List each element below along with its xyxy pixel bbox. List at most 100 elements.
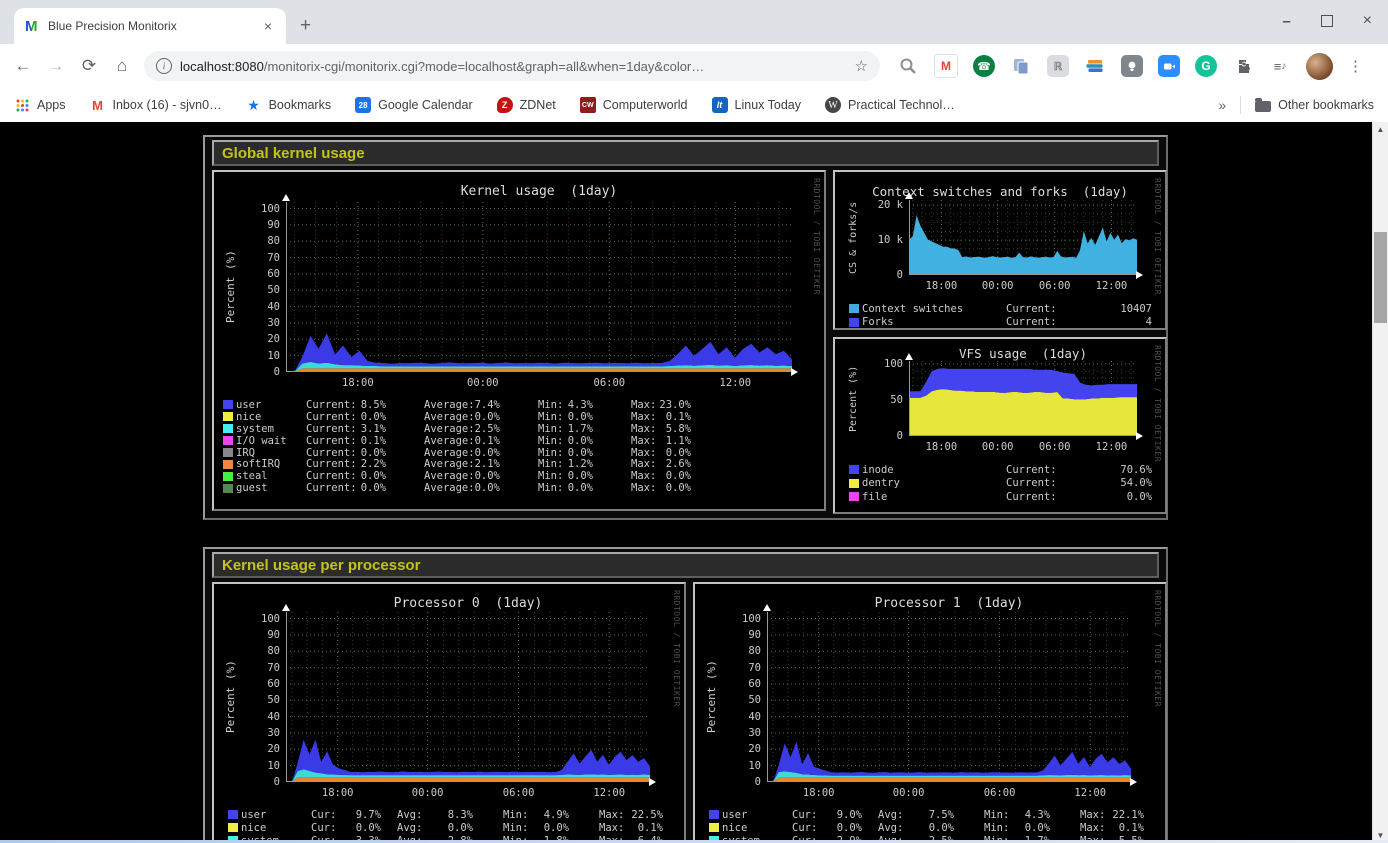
legend-stat: Max:0.0% xyxy=(631,447,691,459)
legend-stat: Current:0.0% xyxy=(306,447,386,459)
chart-title: Kernel usage (1day) xyxy=(286,184,792,199)
legend-swatch xyxy=(223,472,233,481)
bookmark-linux-today[interactable]: lt Linux Today xyxy=(712,97,802,113)
gmail-extension-icon[interactable]: M xyxy=(934,54,958,78)
y-axis-arrow-icon xyxy=(282,194,290,201)
puzzle-extensions-icon[interactable] xyxy=(1232,55,1254,77)
legend-swatch xyxy=(223,448,233,457)
vertical-scrollbar[interactable]: ▲ ▼ xyxy=(1372,122,1388,843)
window-close-button[interactable]: × xyxy=(1363,12,1372,30)
x-axis-tick: 12:00 xyxy=(1087,441,1135,453)
y-axis-tick: 60 xyxy=(238,268,280,280)
legend-stat-value: 8.5% xyxy=(361,399,386,411)
bookmark-zdnet[interactable]: Z ZDNet xyxy=(497,97,556,113)
other-bookmarks[interactable]: Other bookmarks xyxy=(1255,98,1374,112)
legend-stat-value: 2.2% xyxy=(361,458,386,470)
legend-stat: Current:2.2% xyxy=(306,458,386,470)
scrollbar-thumb[interactable] xyxy=(1374,232,1387,323)
browser-toolbar: ← → ⟳ ⌂ i localhost:8080/monitorix-cgi/m… xyxy=(0,44,1388,88)
legend-stat: Max:2.6% xyxy=(631,458,691,470)
x-axis-tick: 06:00 xyxy=(976,787,1024,799)
url-text[interactable]: localhost:8080/monitorix-cgi/monitorix.c… xyxy=(180,59,849,74)
bookmark-bookmarks[interactable]: ★ Bookmarks xyxy=(246,97,332,113)
legend-stat: Current:8.5% xyxy=(306,399,386,411)
green-phone-extension-icon[interactable]: ☎ xyxy=(973,55,995,77)
legend-stat-key: Current: xyxy=(1006,303,1057,315)
x-axis-arrow-icon xyxy=(1130,778,1137,786)
legend-stat-value: 0.0% xyxy=(475,470,500,482)
bookmark-star-icon[interactable]: ☆ xyxy=(855,57,868,75)
bookmark-practical-technology[interactable]: W Practical Technol… xyxy=(825,97,955,113)
bookmarks-overflow-chevron[interactable]: » xyxy=(1218,97,1226,113)
legend-stat-value: 1.7% xyxy=(568,423,593,435)
legend-stat-key: Max: xyxy=(631,482,656,494)
minimize-button[interactable]: – xyxy=(1282,13,1290,30)
blue-star-icon: ★ xyxy=(246,97,262,113)
x-axis-tick: 18:00 xyxy=(917,280,965,292)
video-camera-extension-icon[interactable] xyxy=(1158,55,1180,77)
url-bar[interactable]: i localhost:8080/monitorix-cgi/monitorix… xyxy=(144,51,880,81)
reload-icon[interactable]: ⟳ xyxy=(74,51,104,81)
scrollbar-up-arrow[interactable]: ▲ xyxy=(1373,122,1388,137)
legend-swatch xyxy=(223,400,233,409)
y-axis-tick: 0 xyxy=(238,366,280,378)
legend-stat: Max:1.1% xyxy=(631,435,691,447)
new-tab-button[interactable]: + xyxy=(300,16,311,35)
forward-icon[interactable]: → xyxy=(41,51,71,81)
legend-stat: Cur:9.0% xyxy=(792,809,862,821)
bookmark-inbox[interactable]: M Inbox (16) - sjvn0… xyxy=(90,97,222,113)
legend-swatch xyxy=(228,810,238,819)
bookmarks-divider xyxy=(1240,96,1241,114)
search-extension-icon[interactable] xyxy=(897,55,919,77)
y-axis-tick: 30 xyxy=(238,727,280,739)
gmail-m-icon: M xyxy=(90,97,106,113)
home-icon[interactable]: ⌂ xyxy=(107,51,137,81)
tab-close-icon[interactable]: × xyxy=(260,18,276,34)
x-axis-tick: 00:00 xyxy=(974,441,1022,453)
legend-stat-value: 0.1% xyxy=(475,435,500,447)
grammarly-extension-icon[interactable]: G xyxy=(1195,55,1217,77)
section-kernel-usage-per-processor: Kernel usage per processor Processor 0 (… xyxy=(203,547,1168,843)
y-axis-arrow-icon xyxy=(282,604,290,611)
chart-legend: userCur:9.0%Avg:7.5%Min:4.3%Max:22.1%nic… xyxy=(709,808,1155,843)
legend-stat-key: Min: xyxy=(538,447,563,459)
chart-svg xyxy=(767,612,1131,782)
legend-stat-value: 7.4% xyxy=(475,399,500,411)
legend-stat-value: 3.1% xyxy=(361,423,386,435)
lamp-extension-icon[interactable] xyxy=(1121,55,1143,77)
legend-stat-key: Min: xyxy=(538,399,563,411)
page-info-icon[interactable]: i xyxy=(156,58,172,74)
legend-stat: Max:22.1% xyxy=(1080,809,1144,821)
y-axis-tick: 30 xyxy=(238,317,280,329)
legend-stat-value: 0.0% xyxy=(568,411,593,423)
legend-stat-value: 0.1% xyxy=(638,822,663,834)
book-stack-extension-icon[interactable] xyxy=(1084,55,1106,77)
bookmark-computerworld[interactable]: CW Computerworld xyxy=(580,97,688,113)
y-axis-tick: 50 xyxy=(719,694,761,706)
y-axis-tick: 90 xyxy=(719,629,761,641)
bookmark-apps[interactable]: Apps xyxy=(14,97,66,113)
y-axis-tick: 90 xyxy=(238,219,280,231)
bookmark-label: Computerworld xyxy=(603,98,688,112)
legend-stat-key: Min: xyxy=(503,809,528,821)
browser-tab[interactable]: M Blue Precision Monitorix × xyxy=(14,8,286,44)
back-icon[interactable]: ← xyxy=(8,51,38,81)
browser-menu-dots-icon[interactable]: ⋮ xyxy=(1348,57,1363,75)
legend-row: ForksCurrent:4 xyxy=(849,316,1152,330)
legend-stat-value: 5.8% xyxy=(666,423,691,435)
y-axis-tick: 20 xyxy=(238,743,280,755)
rrdtool-watermark: RRDTOOL / TOBI OETIKER xyxy=(672,590,681,707)
x-axis-tick: 18:00 xyxy=(795,787,843,799)
legend-series-name: inode xyxy=(862,464,1006,476)
gray-badge-extension-icon[interactable]: ℝ xyxy=(1047,55,1069,77)
profile-avatar[interactable] xyxy=(1306,53,1333,80)
legend-stat-key: Max: xyxy=(631,435,656,447)
legend-row: inodeCurrent:70.6% xyxy=(849,463,1152,477)
legend-stat-key: Average: xyxy=(424,447,475,459)
bookmark-google-calendar[interactable]: 28 Google Calendar xyxy=(355,97,473,113)
maximize-button[interactable] xyxy=(1321,15,1333,27)
copy-pages-extension-icon[interactable] xyxy=(1010,55,1032,77)
y-axis-tick: 20 k xyxy=(861,199,903,211)
media-list-extension-icon[interactable]: ≡♪ xyxy=(1269,55,1291,77)
legend-stat: Max:0.1% xyxy=(1080,822,1144,834)
